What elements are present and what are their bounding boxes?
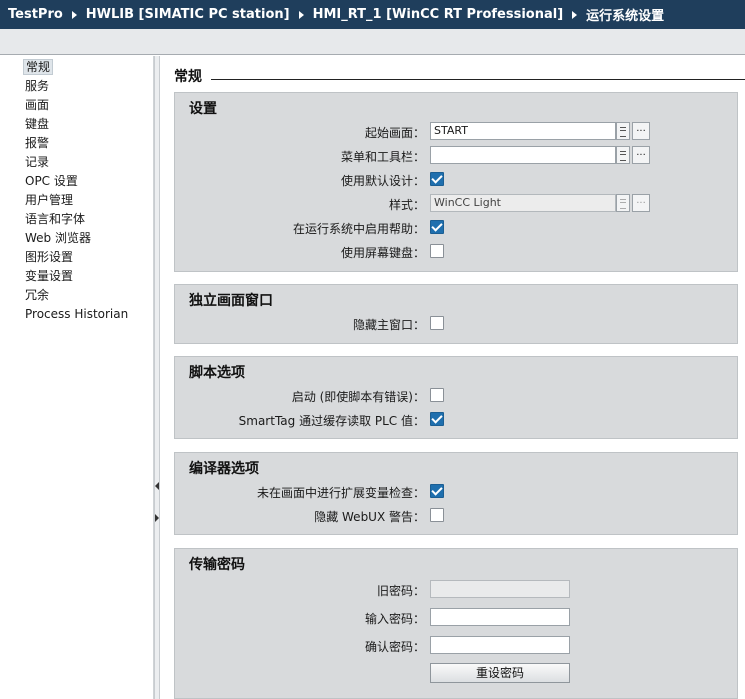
settings-content: 常规 设置 起始画面： START ... 菜单和工具栏： ... 使用默认设计… (161, 56, 745, 699)
nav-item-graphics[interactable]: 图形设置 (4, 248, 153, 267)
nav-item-language-font[interactable]: 语言和字体 (4, 210, 153, 229)
screen-keyboard-label: 使用屏幕键盘： (340, 246, 425, 260)
use-default-design-checkbox[interactable] (430, 172, 444, 186)
nav-item-label: 画面 (25, 98, 50, 112)
section-compiler-options: 编译器选项 未在画面中进行扩展变量检查： 隐藏 WebUX 警告： (174, 452, 738, 535)
nav-item-logging[interactable]: 记录 (4, 153, 153, 172)
section-standalone-window: 独立画面窗口 隐藏主窗口： (174, 284, 738, 344)
screen-keyboard-checkbox[interactable] (430, 244, 444, 258)
menu-toolbar-label: 菜单和工具栏： (340, 150, 425, 164)
section-title: 设置 (189, 101, 217, 117)
nav-item-label: Web 浏览器 (25, 231, 91, 245)
nav-item-label: 用户管理 (25, 193, 74, 207)
style-label: 样式： (388, 198, 425, 212)
nav-item-general[interactable]: 常规 (4, 58, 153, 77)
toolbar (0, 29, 745, 55)
list-icon[interactable] (616, 146, 630, 164)
start-despite-errors-label: 启动 (即使脚本有错误)： (291, 390, 425, 404)
nav-item-redundancy[interactable]: 冗余 (4, 286, 153, 305)
section-script-options: 脚本选项 启动 (即使脚本有错误)： SmartTag 通过缓存读取 PLC 值… (174, 356, 738, 439)
page-title: 常规 (174, 69, 202, 85)
list-icon[interactable] (616, 122, 630, 140)
nav-item-services[interactable]: 服务 (4, 77, 153, 96)
confirm-password-field[interactable] (430, 636, 570, 654)
smarttag-cache-checkbox[interactable] (430, 412, 444, 426)
confirm-password-label: 确认密码： (364, 640, 425, 654)
nav-item-keyboard[interactable]: 键盘 (4, 115, 153, 134)
nav-item-opc[interactable]: OPC 设置 (4, 172, 153, 191)
enable-help-label: 在运行系统中启用帮助： (292, 222, 425, 236)
section-title: 传输密码 (189, 557, 245, 573)
list-icon (616, 194, 630, 212)
nav-item-label: 键盘 (25, 117, 50, 131)
extended-tag-check-checkbox[interactable] (430, 484, 444, 498)
expand-right-icon[interactable] (155, 514, 159, 522)
nav-item-label: 记录 (25, 155, 50, 169)
nav-item-tags[interactable]: 变量设置 (4, 267, 153, 286)
breadcrumb-project[interactable]: TestPro (8, 7, 63, 22)
breadcrumb-current: 运行系统设置 (586, 9, 665, 24)
breadcrumb-station[interactable]: HWLIB [SIMATIC PC station] (86, 7, 290, 22)
smarttag-cache-label: SmartTag 通过缓存读取 PLC 值： (238, 414, 425, 428)
hide-main-window-checkbox[interactable] (430, 316, 444, 330)
style-field: WinCC Light (430, 194, 616, 212)
panel-splitter[interactable] (154, 56, 160, 699)
nav-item-user-admin[interactable]: 用户管理 (4, 191, 153, 210)
nav-item-label: Process Historian (25, 307, 129, 321)
section-title: 脚本选项 (189, 365, 245, 381)
extended-tag-check-label: 未在画面中进行扩展变量检查： (256, 486, 425, 500)
browse-button[interactable]: ... (632, 146, 650, 164)
browse-button: ... (632, 194, 650, 212)
settings-navigation: 常规 服务 画面 键盘 报警 记录 OPC 设置 用户管理 语言和字体 Web … (4, 56, 154, 699)
start-screen-field[interactable]: START (430, 122, 616, 140)
hide-main-window-label: 隐藏主窗口： (352, 318, 425, 332)
browse-button[interactable]: ... (632, 122, 650, 140)
hide-webux-warning-label: 隐藏 WebUX 警告： (314, 510, 425, 524)
enter-password-label: 输入密码： (364, 612, 425, 626)
nav-item-label: OPC 设置 (25, 174, 78, 188)
breadcrumb-device[interactable]: HMI_RT_1 [WinCC RT Professional] (313, 7, 564, 22)
reset-password-button[interactable]: 重设密码 (430, 663, 570, 683)
hide-webux-warning-checkbox[interactable] (430, 508, 444, 522)
menu-toolbar-field[interactable] (430, 146, 616, 164)
nav-item-label: 图形设置 (25, 250, 74, 264)
nav-item-process-historian[interactable]: Process Historian (4, 305, 153, 324)
old-password-field (430, 580, 570, 598)
title-divider (211, 79, 745, 80)
nav-item-web-browser[interactable]: Web 浏览器 (4, 229, 153, 248)
enter-password-field[interactable] (430, 608, 570, 626)
section-title: 编译器选项 (189, 461, 259, 477)
start-despite-errors-checkbox[interactable] (430, 388, 444, 402)
collapse-left-icon[interactable] (155, 482, 159, 490)
nav-item-label: 报警 (25, 136, 50, 150)
title-breadcrumb-bar: TestPro HWLIB [SIMATIC PC station] HMI_R… (0, 0, 745, 29)
start-screen-label: 起始画面： (364, 126, 425, 140)
nav-item-alarms[interactable]: 报警 (4, 134, 153, 153)
chevron-right-icon (572, 10, 578, 19)
nav-item-label: 语言和字体 (25, 212, 86, 226)
use-default-design-label: 使用默认设计： (340, 174, 425, 188)
nav-item-label: 常规 (23, 59, 54, 75)
old-password-label: 旧密码： (376, 584, 425, 598)
nav-item-label: 冗余 (25, 288, 50, 302)
section-title: 独立画面窗口 (189, 293, 273, 309)
chevron-right-icon (298, 10, 304, 19)
chevron-right-icon (71, 10, 77, 19)
nav-item-screens[interactable]: 画面 (4, 96, 153, 115)
nav-item-label: 服务 (25, 79, 50, 93)
section-settings: 设置 起始画面： START ... 菜单和工具栏： ... 使用默认设计： 样… (174, 92, 738, 272)
section-transfer-password: 传输密码 旧密码： 输入密码： 确认密码： 重设密码 (174, 548, 738, 699)
enable-help-checkbox[interactable] (430, 220, 444, 234)
nav-item-label: 变量设置 (25, 269, 74, 283)
